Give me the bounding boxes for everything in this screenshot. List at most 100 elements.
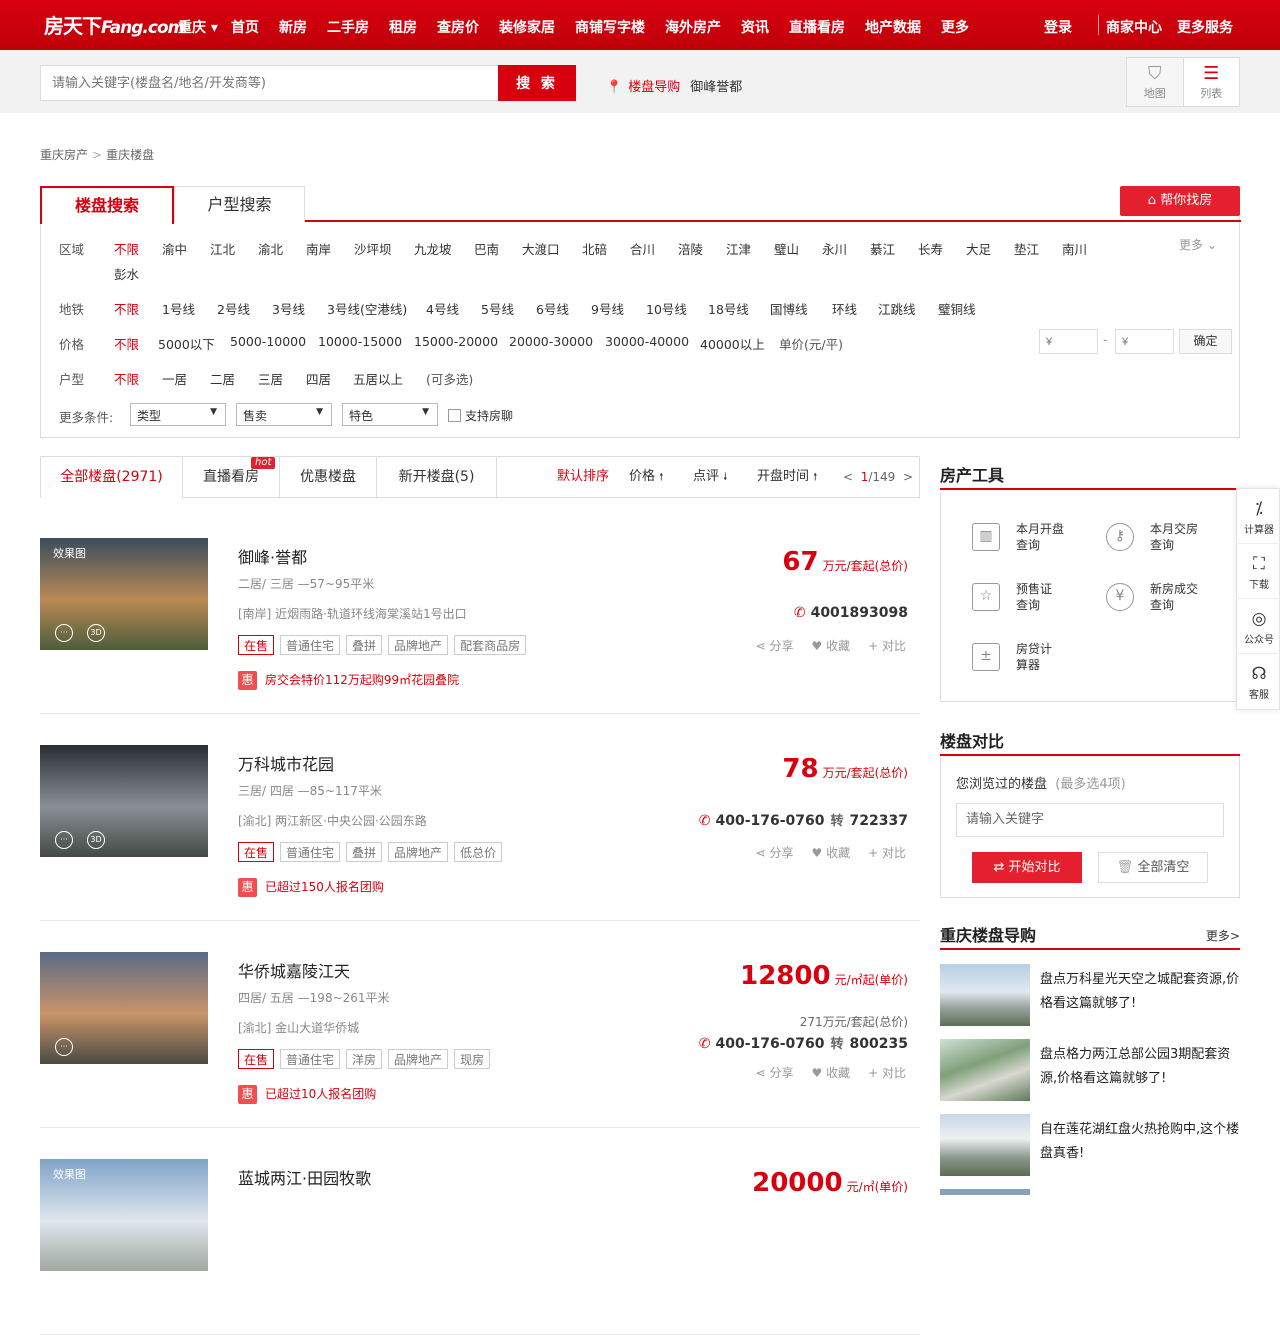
filter-option[interactable]: 环线 (832, 299, 857, 318)
nav-item[interactable]: 地产数据 (865, 17, 921, 37)
filter-option[interactable]: 大足 (966, 239, 991, 258)
listing-image[interactable]: ··· 3D (40, 745, 208, 857)
favorite-button[interactable]: ♥ 收藏 (812, 846, 851, 860)
filter-option[interactable]: 九龙坡 (414, 239, 452, 258)
nav-item[interactable]: 商铺写字楼 (575, 17, 645, 37)
clear-all-button[interactable]: 🗑 全部清空 (1098, 852, 1208, 883)
chat-bubble-icon[interactable]: ··· (55, 1038, 73, 1056)
listing-address[interactable]: [渝北] 金山大道华侨城 (238, 1019, 359, 1036)
nav-item[interactable]: 更多 (941, 17, 969, 37)
chat-bubble-icon[interactable]: ··· (55, 831, 73, 849)
share-button[interactable]: ⋖ 分享 (756, 846, 794, 860)
filter-option[interactable]: 南川 (1062, 239, 1087, 258)
filter-option[interactable]: 5000以下 (158, 334, 215, 353)
tab-building-search[interactable]: 楼盘搜索 (40, 186, 174, 224)
list-view-button[interactable]: ☰ 列表 (1184, 58, 1240, 106)
nav-item[interactable]: 二手房 (327, 17, 369, 37)
filter-option[interactable]: 彭水 (114, 264, 139, 283)
calculator-button[interactable]: ⁒ 计算器 (1237, 489, 1280, 544)
filter-option[interactable]: 一居 (162, 369, 187, 388)
tool-mortgage-calculator[interactable]: ± 房贷计算器 (972, 641, 1056, 673)
favorite-button[interactable]: ♥ 收藏 (812, 1066, 851, 1080)
sort-price[interactable]: 价格 🠕 (629, 457, 663, 497)
compare-button[interactable]: + 对比 (868, 846, 906, 860)
sort-review[interactable]: 点评 🠗 (693, 457, 727, 497)
filter-option[interactable]: 五居以上 (353, 369, 403, 388)
chat-bubble-icon[interactable]: ··· (55, 624, 73, 642)
wechat-official-button[interactable]: ◎ 公众号 (1237, 599, 1280, 654)
support-chat-checkbox[interactable]: 支持房聊 (448, 407, 513, 424)
nav-item[interactable]: 查房价 (437, 17, 479, 37)
customer-service-button[interactable]: ☊ 客服 (1237, 654, 1280, 709)
news-item[interactable] (940, 1189, 1240, 1195)
map-view-button[interactable]: ⛉ 地图 (1127, 58, 1184, 106)
site-logo[interactable]: 房天下Fang.com (44, 10, 185, 39)
next-page-button[interactable]: > (903, 470, 913, 484)
area-more-toggle[interactable]: 更多 ⌄ (1179, 236, 1217, 253)
breadcrumb-item[interactable]: 重庆房产 (40, 148, 88, 162)
tab-discount[interactable]: 优惠楼盘 (280, 457, 377, 497)
compare-button[interactable]: + 对比 (868, 639, 906, 653)
start-compare-button[interactable]: ⇄ 开始对比 (972, 852, 1082, 883)
type-select[interactable]: 类型 ▼ (130, 403, 226, 426)
3d-view-icon[interactable]: 3D (87, 831, 105, 849)
filter-option[interactable]: 不限 (114, 299, 139, 318)
filter-option[interactable]: 3号线 (272, 299, 305, 318)
news-item[interactable]: 盘点格力两江总部公园3期配套资源,价格看这篇就够了! (940, 1039, 1240, 1101)
nav-item[interactable]: 首页 (231, 17, 259, 37)
listing-promo[interactable]: 惠已超过150人报名团购 (238, 878, 384, 897)
merchant-center-link[interactable]: 商家中心 (1106, 17, 1162, 37)
filter-option[interactable]: 长寿 (918, 239, 943, 258)
nav-item[interactable]: 装修家居 (499, 17, 555, 37)
filter-option[interactable]: 9号线 (591, 299, 624, 318)
filter-option[interactable]: 5000-10000 (230, 334, 306, 349)
tab-new-open[interactable]: 新开楼盘(5) (377, 457, 497, 497)
filter-option[interactable]: 江津 (726, 239, 751, 258)
listing-name[interactable]: 御峰·誉都 (238, 544, 307, 568)
price-confirm-button[interactable]: 确定 (1179, 329, 1232, 354)
listing-card[interactable]: 效果图 蓝城两江·田园牧歌 20000 元/㎡(单价) (40, 1128, 920, 1335)
nav-item[interactable]: 租房 (389, 17, 417, 37)
news-item[interactable]: 盘点万科星光天空之城配套资源,价格看这篇就够了! (940, 964, 1240, 1026)
tool-new-home-deals[interactable]: ¥ 新房成交查询 (1106, 581, 1202, 613)
filter-option[interactable]: 国博线 (770, 299, 808, 318)
download-button[interactable]: ⛶ 下载 (1237, 544, 1280, 599)
prev-page-button[interactable]: < (843, 470, 853, 484)
guide-link[interactable]: 📍 楼盘导购 御峰誉都 (606, 76, 742, 95)
help-find-home-button[interactable]: ⌂ 帮你找房 (1120, 186, 1240, 216)
tool-delivery-this-month[interactable]: ⚷ 本月交房查询 (1106, 521, 1202, 553)
filter-option[interactable]: 大渡口 (522, 239, 560, 258)
breadcrumb-item[interactable]: 重庆楼盘 (106, 148, 154, 162)
filter-option[interactable]: 合川 (630, 239, 655, 258)
filter-option[interactable]: 南岸 (306, 239, 331, 258)
filter-option[interactable]: 垫江 (1014, 239, 1039, 258)
compare-button[interactable]: + 对比 (868, 1066, 906, 1080)
filter-option[interactable]: 沙坪坝 (354, 239, 392, 258)
filter-option[interactable]: 江北 (210, 239, 235, 258)
filter-option[interactable]: 20000-30000 (509, 334, 593, 349)
share-button[interactable]: ⋖ 分享 (756, 1066, 794, 1080)
filter-option[interactable]: 璧山 (774, 239, 799, 258)
filter-option[interactable]: 6号线 (536, 299, 569, 318)
listing-promo[interactable]: 惠已超过10人报名团购 (238, 1085, 376, 1104)
filter-option[interactable]: 不限 (114, 369, 139, 388)
compare-keyword-input[interactable]: 请输入关键字 (956, 803, 1224, 837)
filter-option[interactable]: 四居 (306, 369, 331, 388)
tool-open-this-month[interactable]: ▥ 本月开盘查询 (972, 521, 1068, 553)
feature-select[interactable]: 特色 ▼ (342, 403, 438, 426)
filter-option[interactable]: 渝北 (258, 239, 283, 258)
filter-option[interactable]: 10000-15000 (318, 334, 402, 349)
nav-item[interactable]: 新房 (279, 17, 307, 37)
share-button[interactable]: ⋖ 分享 (756, 639, 794, 653)
filter-option[interactable]: 二居 (210, 369, 235, 388)
filter-option[interactable]: 40000以上 (700, 334, 765, 353)
sale-select[interactable]: 售卖 ▼ (236, 403, 332, 426)
listing-promo[interactable]: 惠房交会特价112万起购99㎡花园叠院 (238, 671, 459, 690)
listing-address[interactable]: [渝北] 两江新区·中央公园·公园东路 (238, 812, 427, 829)
filter-option[interactable]: 不限 (114, 334, 139, 353)
city-selector[interactable]: 重庆 ▾ (178, 17, 218, 37)
sort-default[interactable]: 默认排序 (557, 457, 609, 497)
listing-card[interactable]: ··· 华侨城嘉陵江天 四居/ 五居 —198~261平米 [渝北] 金山大道华侨城在… (40, 921, 920, 1128)
search-button[interactable]: 搜 索 (498, 65, 576, 101)
filter-option[interactable]: 4号线 (426, 299, 459, 318)
